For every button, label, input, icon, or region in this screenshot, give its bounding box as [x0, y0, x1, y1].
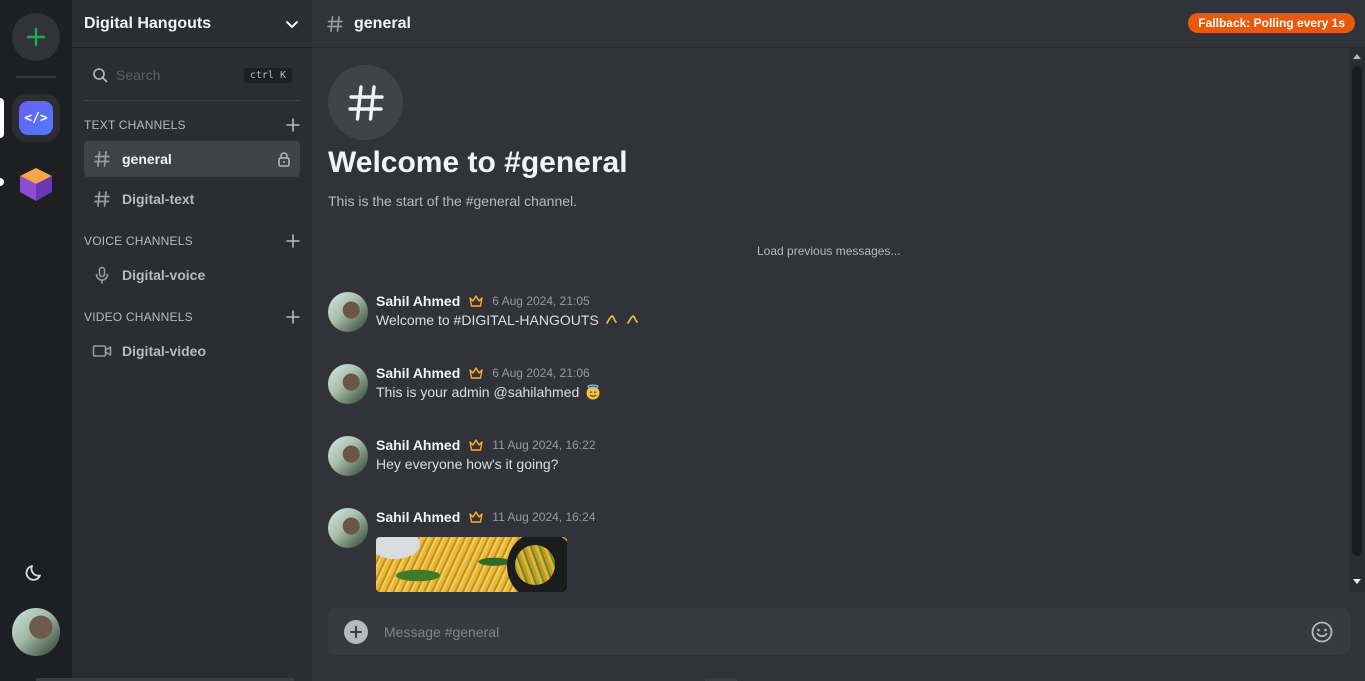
channel-hero-icon	[328, 65, 403, 140]
scroll-up-arrow[interactable]	[1353, 54, 1361, 59]
message-timestamp: 11 Aug 2024, 16:22	[492, 438, 596, 452]
plus-icon	[350, 625, 362, 638]
hashtag-icon	[327, 15, 343, 32]
theme-toggle-button[interactable]	[24, 561, 46, 583]
category-video-channels: VIDEO CHANNELS	[84, 307, 300, 327]
avatar[interactable]	[328, 292, 368, 332]
message-composer	[328, 608, 1350, 655]
message-image-attachment[interactable]	[376, 537, 567, 592]
category-label: TEXT CHANNELS	[84, 118, 186, 132]
message-text: Welcome to #DIGITAL-HANGOUTS	[376, 312, 599, 328]
sidebar-divider	[84, 100, 300, 101]
hashtag-icon	[92, 190, 112, 208]
cube-icon	[20, 168, 52, 201]
attach-button[interactable]	[344, 619, 368, 644]
chevron-down-icon	[286, 20, 298, 28]
code-icon: </>	[19, 101, 53, 135]
search-box[interactable]: Search ctrl K	[84, 60, 300, 90]
plus-icon	[26, 27, 46, 47]
hashtag-icon	[347, 84, 384, 121]
message-header: Sahil Ahmed 6 Aug 2024, 21:05	[376, 292, 590, 310]
channel-sidebar: Digital Hangouts Search ctrl K TEXT CHAN…	[72, 0, 312, 681]
category-voice-channels: VOICE CHANNELS	[84, 231, 300, 251]
smiling-face-with-halo-emoji-icon	[586, 384, 600, 400]
crown-icon	[469, 295, 483, 307]
active-server-indicator	[0, 98, 4, 138]
crown-icon	[469, 439, 483, 451]
crown-icon	[469, 511, 483, 523]
message-header: Sahil Ahmed 11 Aug 2024, 16:22	[376, 436, 596, 454]
channel-start-text: This is the start of the #general channe…	[328, 193, 578, 209]
category-label: VIDEO CHANNELS	[84, 310, 193, 324]
channel-digital-voice[interactable]: Digital-voice	[84, 257, 300, 293]
category-label: VOICE CHANNELS	[84, 234, 193, 248]
message-timestamp: 11 Aug 2024, 16:24	[492, 510, 596, 524]
avatar[interactable]	[328, 508, 368, 548]
channel-digital-text[interactable]: Digital-text	[84, 181, 300, 217]
image-detail	[507, 537, 567, 592]
channel-label: Digital-video	[122, 343, 207, 359]
emoji-picker-icon[interactable]	[1310, 620, 1334, 644]
image-detail	[376, 537, 420, 559]
microphone-icon	[92, 266, 112, 284]
server-rail: </>	[0, 0, 72, 681]
user-avatar[interactable]	[12, 608, 60, 656]
channel-label: Digital-voice	[122, 267, 206, 283]
channel-topbar: general Fallback: Polling every 1s	[312, 0, 1365, 48]
message-header: Sahil Ahmed 11 Aug 2024, 16:24	[376, 508, 596, 526]
channel-title: general	[354, 14, 411, 32]
message-text-row: Welcome to #DIGITAL-HANGOUTS	[376, 312, 643, 328]
add-channel-icon[interactable]	[286, 234, 300, 248]
hashtag-icon	[92, 150, 112, 168]
message-text-row: This is your admin @sahilahmed	[376, 384, 601, 400]
category-text-channels: TEXT CHANNELS	[84, 115, 300, 135]
channel-label: Digital-text	[122, 191, 195, 207]
search-icon	[93, 68, 108, 83]
message-item: Sahil Ahmed 6 Aug 2024, 21:05 Welcome to…	[328, 292, 1328, 352]
raised-hands-emoji-icon	[605, 315, 638, 324]
unread-server-indicator	[0, 178, 4, 186]
messages-scrollbar[interactable]	[1349, 48, 1365, 592]
server-header[interactable]: Digital Hangouts	[72, 0, 312, 48]
server-icon-digital-hangouts[interactable]: </>	[12, 94, 60, 142]
add-server-button[interactable]	[12, 13, 60, 61]
message-item: Sahil Ahmed 6 Aug 2024, 21:06 This is yo…	[328, 364, 1328, 424]
message-author[interactable]: Sahil Ahmed	[376, 509, 460, 525]
search-shortcut: ctrl K	[243, 67, 292, 83]
channel-general[interactable]: general	[84, 141, 300, 177]
message-timestamp: 6 Aug 2024, 21:05	[492, 294, 590, 308]
scroll-down-arrow[interactable]	[1353, 579, 1361, 584]
lock-icon	[278, 152, 290, 167]
welcome-heading: Welcome to #general	[328, 146, 628, 179]
message-timestamp: 6 Aug 2024, 21:06	[492, 366, 590, 380]
server-name: Digital Hangouts	[84, 14, 212, 32]
scroll-thumb[interactable]	[1352, 66, 1362, 556]
add-channel-icon[interactable]	[286, 118, 300, 132]
message-author[interactable]: Sahil Ahmed	[376, 365, 460, 381]
message-author[interactable]: Sahil Ahmed	[376, 437, 460, 453]
message-author[interactable]: Sahil Ahmed	[376, 293, 460, 309]
avatar[interactable]	[328, 436, 368, 476]
rail-divider	[16, 76, 56, 78]
message-text-row: Hey everyone how's it going?	[376, 456, 558, 472]
message-text: This is your admin @sahilahmed	[376, 384, 580, 400]
channel-digital-video[interactable]: Digital-video	[84, 333, 300, 369]
load-previous-messages-link[interactable]: Load previous messages...	[757, 244, 900, 258]
crown-icon	[469, 367, 483, 379]
message-input[interactable]	[384, 623, 1310, 640]
server-icon-cube[interactable]	[12, 160, 60, 208]
search-placeholder: Search	[116, 67, 161, 83]
add-channel-icon[interactable]	[286, 310, 300, 324]
polling-status-badge: Fallback: Polling every 1s	[1188, 13, 1355, 33]
moon-icon	[25, 565, 41, 581]
message-header: Sahil Ahmed 6 Aug 2024, 21:06	[376, 364, 590, 382]
channel-label: general	[122, 151, 172, 167]
message-item: Sahil Ahmed 11 Aug 2024, 16:22 Hey every…	[328, 436, 1328, 496]
message-text: Hey everyone how's it going?	[376, 456, 559, 472]
video-camera-icon	[92, 342, 112, 360]
avatar[interactable]	[328, 364, 368, 404]
